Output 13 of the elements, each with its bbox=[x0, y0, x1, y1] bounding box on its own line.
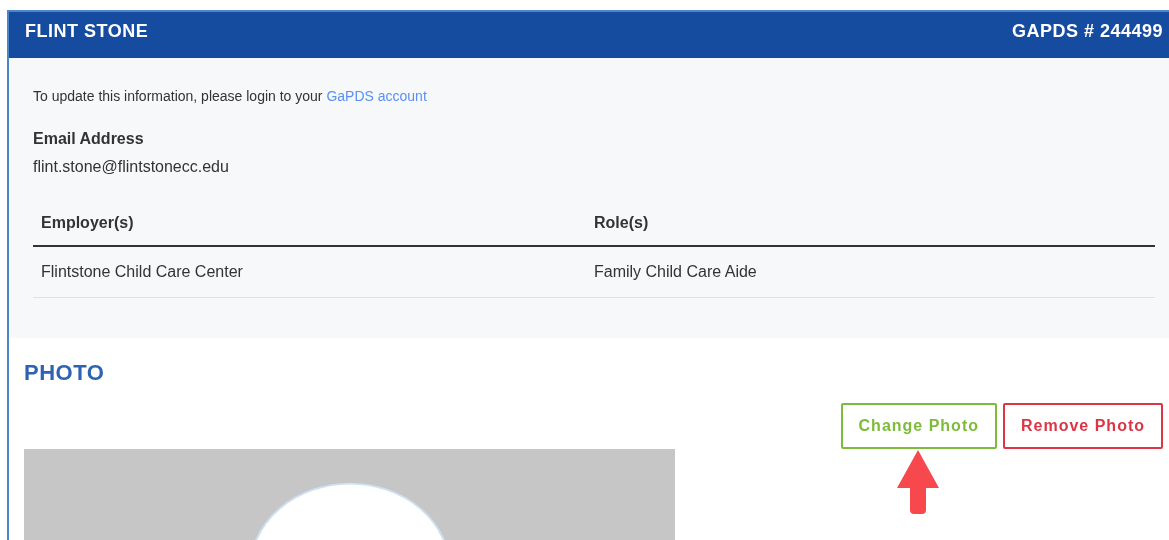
email-label: Email Address bbox=[33, 129, 145, 149]
section-title: PHOTO bbox=[24, 359, 106, 387]
account-link[interactable]: GaPDS account bbox=[326, 88, 427, 104]
column-header: Employer(s) bbox=[41, 214, 134, 231]
column-header: Role(s) bbox=[594, 214, 649, 231]
table-cell: Flintstone Child Care Center bbox=[41, 263, 243, 280]
person-name: FLINT STONE bbox=[25, 20, 149, 43]
update-notice: To update this information, please login to your GaPDS account bbox=[33, 87, 428, 106]
change-photo-button[interactable]: Change Photo bbox=[840, 403, 997, 449]
table-cell: Family Child Care Aide bbox=[594, 263, 757, 280]
id-number: GAPDS # 244499 bbox=[1011, 20, 1163, 43]
remove-photo-button[interactable]: Remove Photo bbox=[1003, 403, 1163, 449]
email-value: flint.stone@flintstonecc.edu bbox=[33, 157, 230, 177]
